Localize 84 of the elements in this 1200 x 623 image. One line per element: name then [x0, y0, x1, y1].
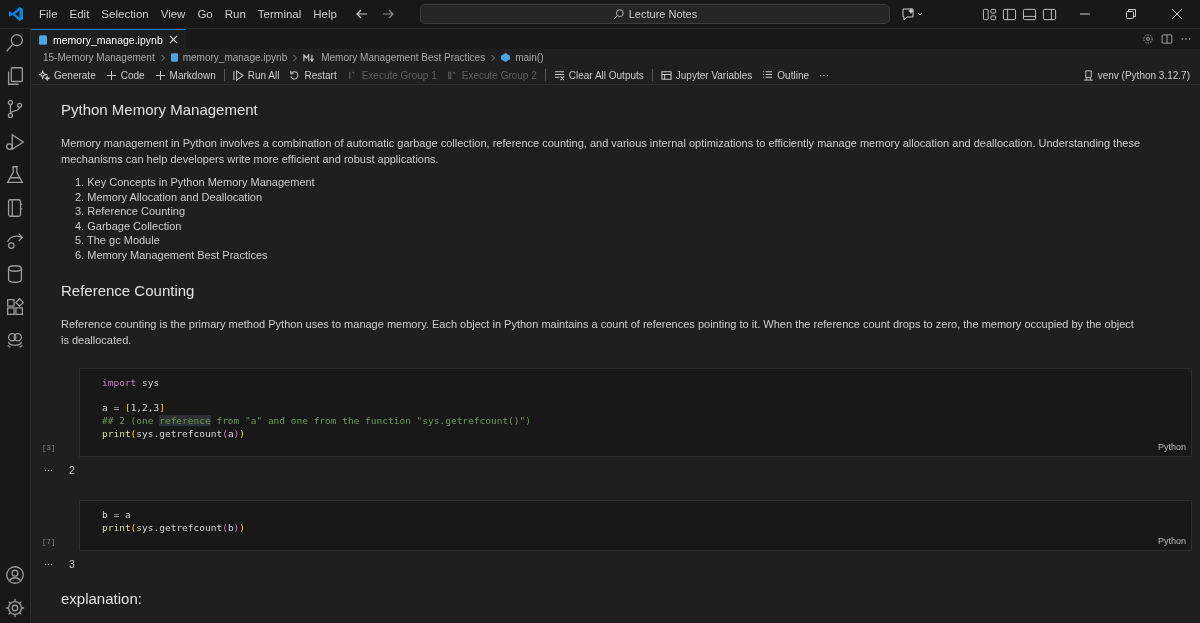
- code-cell[interactable]: import sys a = [1,2,3] ## 2 (one reference from "a" and one from the function "sys.getrefcount()") print(sys.getrefcount(a)) Python: [79, 368, 1192, 457]
- chat-sparkle-icon[interactable]: [901, 7, 924, 21]
- list-item: 2. Memory Allocation and Deallocation: [75, 189, 264, 204]
- editor-tab[interactable]: memory_manage.ipynb: [31, 28, 186, 50]
- vscode-logo-icon: [8, 6, 24, 22]
- forward-arrow-icon[interactable]: [380, 7, 395, 21]
- toolbar-button[interactable]: Run All: [230, 69, 282, 81]
- markdown-paragraph: Memory management in Python involves a combination of automatic garbage collection, reference counting, and various internal optimizations to efficiently manage memory allocation and deallocation. Understanding these mechanisms can help developers write more efficient and robust applications.: [60, 136, 1142, 167]
- code-line: a = [1,2,3]: [102, 401, 166, 414]
- back-arrow-icon[interactable]: [354, 7, 369, 21]
- toolbar-button[interactable]: Restart: [287, 69, 339, 81]
- sparkle-icon: [39, 69, 50, 81]
- secondary-sidebar-icon[interactable]: [1042, 6, 1057, 22]
- list-item: 5. The gc Module: [75, 233, 161, 248]
- command-center-search[interactable]: Lecture Notes: [419, 4, 890, 24]
- flask-icon[interactable]: [4, 164, 26, 186]
- restart-icon: [289, 69, 301, 81]
- code-line: b = a: [102, 508, 132, 521]
- run-debug-icon[interactable]: [4, 131, 26, 153]
- toolbar-button[interactable]: Clear All Outputs: [551, 69, 646, 81]
- code-line: print(sys.getrefcount(a)): [102, 427, 247, 440]
- account-icon[interactable]: [4, 564, 26, 586]
- list-icon: [762, 69, 774, 81]
- code-line: print(sys.getrefcount(b)): [102, 521, 247, 534]
- customize-layout-icon[interactable]: [982, 6, 997, 22]
- search-icon: [612, 8, 625, 20]
- toolbar-button[interactable]: Generate: [37, 69, 98, 81]
- chevron-icon: [490, 53, 497, 62]
- code-line: import sys: [102, 376, 161, 389]
- clear-icon: [553, 69, 565, 81]
- chevron-icon: [159, 53, 166, 62]
- markdown-paragraph: Reference counting is the primary method Python uses to manage memory. Each object in Python maintains a count of references pointing to it. When the reference count drops to zero, the memory occupied by the object is deallocated.: [60, 317, 1135, 348]
- panel-icon[interactable]: [1022, 6, 1037, 22]
- markdown-heading: Python Memory Management: [60, 101, 259, 118]
- execute-group-icon: [446, 69, 458, 81]
- toolbar-button[interactable]: Jupyter Variables: [658, 69, 755, 81]
- more-button[interactable]: ···: [817, 69, 832, 81]
- menu-item[interactable]: Terminal: [251, 8, 308, 20]
- code-cell[interactable]: b = a print(sys.getrefcount(b)) Python: [79, 500, 1192, 551]
- toolbar-button[interactable]: Markdown: [152, 69, 218, 81]
- list-item: 3. Reference Counting: [75, 204, 187, 219]
- server-icon: [1082, 69, 1094, 81]
- close-icon[interactable]: [1171, 8, 1183, 20]
- list-item: 6. Memory Management Best Practices: [75, 247, 269, 262]
- restore-icon[interactable]: [1125, 8, 1137, 20]
- notebook-file-icon: [170, 53, 178, 62]
- menu-item[interactable]: Edit: [63, 8, 96, 20]
- language-label[interactable]: Python: [1157, 535, 1186, 548]
- breadcrumb-item[interactable]: memory_manage.ipynb: [182, 52, 288, 63]
- split-editor-icon[interactable]: [1161, 33, 1173, 45]
- menu-item[interactable]: Help: [307, 8, 343, 20]
- menu-item[interactable]: Selection: [95, 8, 155, 20]
- language-label[interactable]: Python: [1157, 441, 1186, 454]
- toolbar-button[interactable]: Outline: [760, 69, 812, 81]
- breadcrumb-item[interactable]: Memory Management Best Practices: [321, 52, 486, 63]
- menu-item[interactable]: File: [33, 8, 64, 20]
- search-icon[interactable]: [4, 32, 26, 54]
- list-item: 1. Key Concepts in Python Memory Management: [75, 175, 316, 190]
- breadcrumb-item[interactable]: 15-Memory Management: [43, 52, 155, 63]
- breadcrumb-item[interactable]: main(): [515, 52, 544, 63]
- cube-icon: [501, 53, 511, 62]
- markdown-heading: explanation:: [60, 590, 143, 607]
- toolbar-button[interactable]: Code: [103, 69, 147, 81]
- extensions-icon[interactable]: [4, 296, 26, 318]
- settings-icon[interactable]: [4, 597, 26, 619]
- plus-icon: [105, 69, 117, 81]
- menu-item[interactable]: View: [154, 8, 192, 20]
- variables-icon: [660, 69, 672, 81]
- menu-item[interactable]: Run: [218, 8, 252, 20]
- code-line: ## 2 (one reference from "a" and one from the function "sys.getrefcount()"): [102, 414, 532, 427]
- settings-icon[interactable]: [1142, 33, 1154, 45]
- chevron-icon: [292, 53, 299, 62]
- list-item: 4. Garbage Collection: [75, 218, 183, 233]
- close-icon[interactable]: [168, 35, 178, 44]
- plus-icon: [154, 69, 166, 81]
- markdown-heading: Reference Counting: [60, 282, 196, 299]
- cell-output: 2: [69, 464, 75, 476]
- markdown-icon: [303, 53, 317, 62]
- notebook-file-icon: [39, 34, 47, 45]
- kernel-picker[interactable]: venv (Python 3.12.7): [1080, 69, 1192, 81]
- menu-item[interactable]: Go: [191, 8, 219, 20]
- run-all-icon: [232, 69, 244, 81]
- primary-sidebar-icon[interactable]: [1002, 6, 1017, 22]
- cell-output: 3: [69, 558, 75, 570]
